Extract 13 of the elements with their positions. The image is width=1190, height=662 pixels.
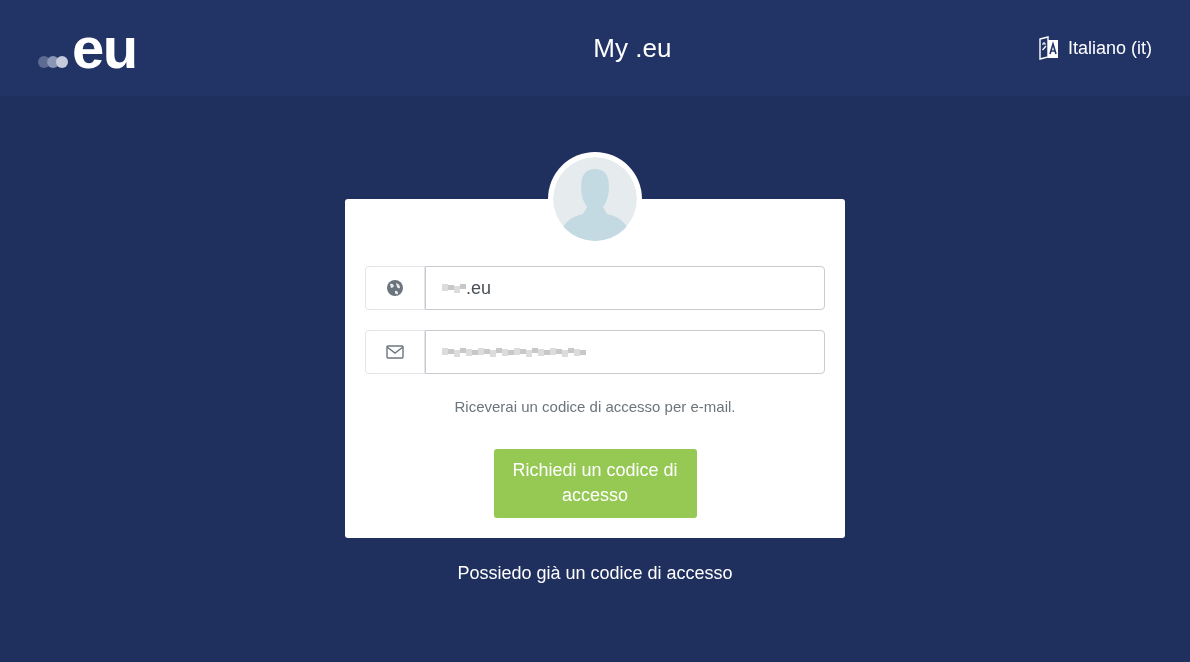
- have-code-link[interactable]: Possiedo già un codice di accesso: [457, 559, 733, 587]
- email-field[interactable]: [425, 330, 825, 374]
- page-title: My .eu: [593, 31, 672, 65]
- hint-text: Riceverai un codice di accesso per e-mail.: [454, 397, 736, 417]
- language-selector[interactable]: Italiano (it): [1037, 34, 1152, 62]
- dots-icon: [38, 55, 70, 69]
- domain-input[interactable]: .eu: [466, 274, 824, 302]
- globe-icon: [387, 280, 403, 296]
- domain-field[interactable]: .eu: [425, 266, 825, 310]
- translate-icon: [1037, 36, 1060, 60]
- logo-text: eu: [72, 24, 137, 72]
- logo[interactable]: eu: [38, 24, 137, 72]
- mail-icon: [386, 345, 404, 359]
